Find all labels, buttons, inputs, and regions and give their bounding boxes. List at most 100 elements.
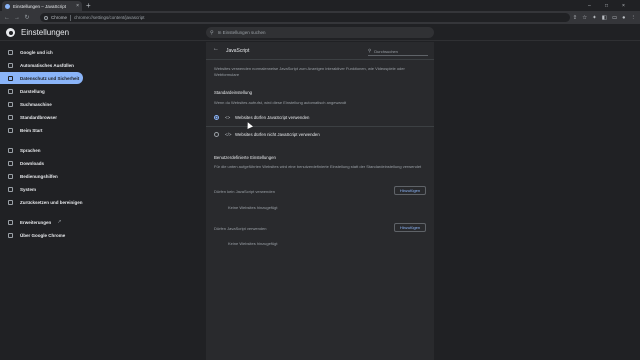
sidebar-item-search-engine[interactable]: Suchmaschine bbox=[0, 98, 83, 110]
accessibility-icon bbox=[8, 173, 13, 179]
share-icon[interactable]: ⇪ bbox=[573, 15, 578, 21]
tab-title: Einstellungen – JavaScript bbox=[13, 3, 67, 9]
back-arrow-icon[interactable]: ← bbox=[213, 46, 219, 52]
sidebar-item-reset[interactable]: Zurücksetzen und bereinigen bbox=[0, 196, 83, 208]
profile-avatar-icon[interactable]: ● bbox=[622, 15, 625, 21]
minimize-button[interactable]: – bbox=[588, 0, 591, 11]
sidebar-item-label: Zurücksetzen und bereinigen bbox=[20, 199, 83, 205]
javascript-settings-panel: ← JavaScript ⚲ Websites verwenden normal… bbox=[206, 42, 434, 360]
sidebar-item-label: Über Google Chrome bbox=[20, 232, 66, 238]
radio-unselected-icon[interactable] bbox=[214, 132, 219, 137]
palette-icon bbox=[8, 88, 13, 94]
forward-button[interactable]: → bbox=[12, 15, 22, 21]
settings-favicon-icon bbox=[5, 3, 10, 9]
default-behavior-heading: Standardeinstellung bbox=[214, 90, 252, 95]
page-title: Einstellungen bbox=[21, 28, 70, 37]
sidebar-item-extensions[interactable]: Erweiterungen ↗ bbox=[0, 216, 83, 228]
address-bar[interactable]: Chrome chrome://settings/content/javascr… bbox=[40, 13, 570, 22]
sidebar-item-default-browser[interactable]: Standardbrowser bbox=[0, 111, 83, 123]
globe-icon bbox=[8, 147, 13, 153]
custom-behaviors-heading: Benutzerdefinierte Einstellungen bbox=[214, 155, 276, 160]
sidebar-item-label: Suchmaschine bbox=[20, 101, 52, 107]
sidebar: Google und ich Automatisches Ausfüllen D… bbox=[0, 42, 96, 360]
download-icon bbox=[8, 160, 13, 166]
tab-settings[interactable]: Einstellungen – JavaScript × bbox=[2, 1, 82, 11]
add-blocked-site-button[interactable]: Hinzufügen bbox=[394, 186, 426, 195]
sidebar-item-on-startup[interactable]: Beim Start bbox=[0, 124, 83, 136]
menu-icon[interactable]: ⋮ bbox=[631, 15, 637, 21]
browser-icon bbox=[8, 114, 13, 120]
sidebar-item-system[interactable]: System bbox=[0, 183, 83, 195]
close-window-button[interactable]: × bbox=[622, 0, 625, 11]
reset-icon bbox=[8, 199, 13, 205]
sidebar-item-autofill[interactable]: Automatisches Ausfüllen bbox=[0, 59, 83, 71]
shield-icon bbox=[8, 75, 13, 81]
panel-search[interactable]: ⚲ bbox=[368, 47, 428, 56]
radio-selected-icon[interactable] bbox=[214, 115, 219, 120]
sidebar-item-downloads[interactable]: Downloads bbox=[0, 157, 83, 169]
radio-label: Websites dürfen nicht JavaScript verwend… bbox=[235, 132, 320, 137]
site-info-icon[interactable] bbox=[44, 15, 48, 20]
radio-label: Websites dürfen JavaScript verwenden bbox=[235, 115, 310, 120]
chrome-icon bbox=[8, 232, 13, 238]
site-label: Chrome bbox=[51, 15, 68, 20]
sidebar-item-label: Datenschutz und Sicherheit bbox=[20, 75, 80, 81]
sidebar-item-about[interactable]: Über Google Chrome bbox=[0, 229, 83, 241]
sidebar-item-label: Erweiterungen bbox=[20, 219, 52, 225]
search-engine-icon bbox=[8, 101, 13, 107]
search-icon: ⚲ bbox=[368, 48, 372, 53]
sidebar-item-appearance[interactable]: Darstellung bbox=[0, 85, 83, 97]
panel-title: JavaScript bbox=[226, 48, 250, 54]
custom-behaviors-subtext: Für die unten aufgeführten Websites wird… bbox=[214, 164, 422, 169]
wrench-icon bbox=[8, 186, 13, 192]
puzzle-icon bbox=[8, 219, 13, 225]
settings-logo-icon bbox=[6, 28, 15, 37]
settings-search[interactable]: ⚲ bbox=[206, 27, 434, 38]
bookmark-star-icon[interactable]: ☆ bbox=[582, 15, 587, 21]
window-icon[interactable]: ▭ bbox=[612, 15, 617, 21]
sidebar-item-label: Automatisches Ausfüllen bbox=[20, 62, 74, 68]
power-icon bbox=[8, 127, 13, 133]
sidebar-item-label: Beim Start bbox=[20, 127, 43, 133]
sidebar-item-accessibility[interactable]: Bedienungshilfen bbox=[0, 170, 83, 182]
settings-header: Einstellungen ⚲ bbox=[0, 24, 640, 41]
person-icon bbox=[8, 49, 13, 55]
sidebar-item-languages[interactable]: Sprachen bbox=[0, 144, 83, 156]
search-input[interactable] bbox=[217, 30, 418, 35]
sidebar-item-label: Standardbrowser bbox=[20, 114, 58, 120]
search-icon: ⚲ bbox=[210, 29, 214, 36]
reload-button[interactable]: ↻ bbox=[22, 14, 32, 21]
extensions-icon[interactable]: ✦ bbox=[592, 15, 597, 21]
sidebar-item-google[interactable]: Google und ich bbox=[0, 46, 83, 58]
allowed-list-label: Dürfen JavaScript verwenden bbox=[214, 226, 267, 231]
browser-toolbar: ← → ↻ Chrome chrome://settings/content/j… bbox=[0, 11, 640, 24]
sidebar-item-privacy[interactable]: Datenschutz und Sicherheit bbox=[0, 72, 83, 84]
panel-header: ← JavaScript ⚲ bbox=[206, 42, 434, 60]
allowed-list-empty: Keine Websites hinzugefügt bbox=[228, 241, 278, 246]
sidebar-item-label: Google und ich bbox=[20, 49, 53, 55]
add-allowed-site-button[interactable]: Hinzufügen bbox=[394, 223, 426, 232]
divider bbox=[206, 126, 434, 127]
radio-block-javascript[interactable]: </> Websites dürfen nicht JavaScript ver… bbox=[214, 132, 320, 137]
sidebar-item-label: Sprachen bbox=[20, 147, 41, 153]
radio-allow-javascript[interactable]: <> Websites dürfen JavaScript verwenden bbox=[214, 115, 309, 120]
back-button[interactable]: ← bbox=[2, 15, 12, 21]
panel-description: Websites verwenden normalerweise JavaScr… bbox=[214, 66, 405, 77]
address-separator bbox=[70, 14, 72, 21]
default-behavior-subtext: Wenn du Websites aufrufst, wird diese Ei… bbox=[214, 100, 347, 105]
code-off-icon: </> bbox=[225, 132, 232, 137]
blocked-list-label: Dürfen kein JavaScript verwenden bbox=[214, 189, 275, 194]
toolbar-icons: ⇪ ☆ ✦ ◧ ▭ ● ⋮ bbox=[573, 11, 636, 24]
reading-list-icon[interactable]: ◧ bbox=[602, 15, 607, 21]
tab-close-icon[interactable]: × bbox=[76, 3, 79, 9]
autofill-icon bbox=[8, 62, 13, 68]
sidebar-item-label: System bbox=[20, 186, 37, 192]
code-icon: <> bbox=[225, 115, 231, 120]
maximize-button[interactable]: □ bbox=[605, 0, 608, 11]
sidebar-item-label: Darstellung bbox=[20, 88, 45, 94]
panel-search-input[interactable] bbox=[374, 48, 425, 54]
new-tab-button[interactable]: + bbox=[86, 1, 91, 10]
tab-strip: Einstellungen – JavaScript × + – □ × bbox=[0, 0, 640, 11]
external-link-icon: ↗ bbox=[57, 219, 62, 225]
url-text[interactable]: chrome://settings/content/javascript bbox=[74, 15, 145, 20]
